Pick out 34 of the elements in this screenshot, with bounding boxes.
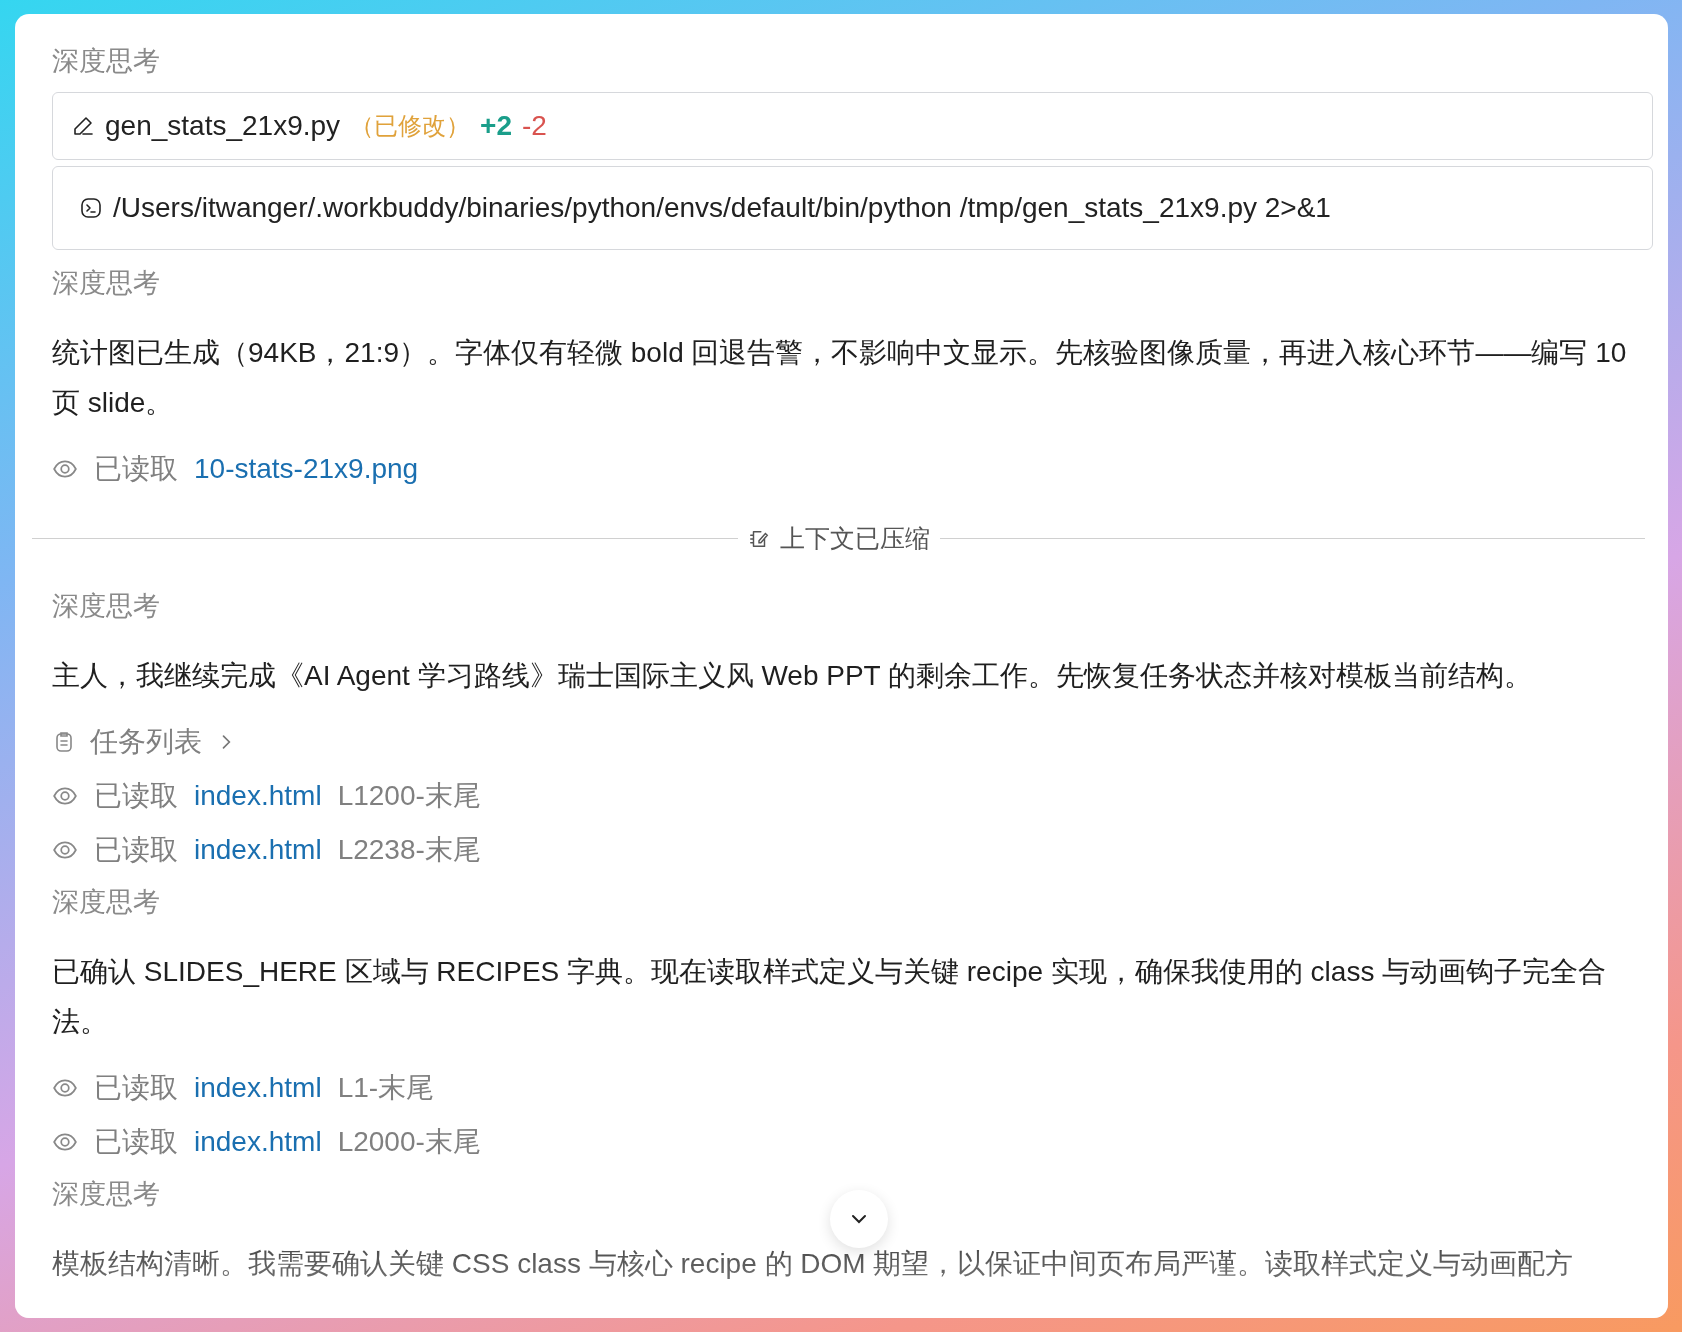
read-label: 已读取: [94, 779, 178, 813]
command-card[interactable]: /Users/itwanger/.workbuddy/binaries/python/envs/default/bin/python /tmp/gen_stats_21x9.py 2>&1: [52, 166, 1653, 250]
message-paragraph: 主人，我继续完成《AI Agent 学习路线》瑞士国际主义风 Web PPT 的剩余工作。先恢复任务状态并核对模板当前结构。: [52, 659, 1533, 693]
file-name: gen_stats_21x9.py: [105, 110, 341, 142]
file-link[interactable]: index.html: [194, 780, 322, 812]
thinking-label[interactable]: 深度思考: [52, 581, 160, 631]
line-range: L2000-末尾: [337, 1125, 481, 1159]
message-paragraph: 已确认 SLIDES_HERE 区域与 RECIPES 字典。现在读取样式定义与关键 recipe 实现，确保我使用的 class 与动画钩子完全合法。: [52, 955, 1608, 1039]
read-label: 已读取: [94, 1071, 178, 1105]
context-compressed-label: 上下文已压缩: [779, 523, 930, 554]
file-link[interactable]: 10-stats-21x9.png: [194, 453, 419, 485]
message-paragraph: 统计图已生成（94KB，21:9）。字体仅有轻微 bold 回退告警，不影响中文显示。先核验图像质量，再进入核心环节——编写 10 页 slide。: [52, 336, 1628, 420]
read-label: 已读取: [94, 452, 178, 486]
file-link[interactable]: index.html: [194, 834, 322, 866]
file-edit-card[interactable]: gen_stats_21x9.py （已修改） +2 -2: [52, 92, 1653, 160]
added-count: +2: [480, 110, 512, 142]
thinking-label[interactable]: 深度思考: [52, 1169, 160, 1219]
read-label: 已读取: [94, 833, 178, 867]
thinking-label[interactable]: 深度思考: [52, 258, 160, 308]
modified-status: （已修改）: [350, 111, 471, 141]
thinking-label[interactable]: 深度思考: [52, 36, 160, 86]
thinking-label[interactable]: 深度思考: [52, 877, 160, 927]
task-list-toggle[interactable]: 任务列表: [52, 715, 236, 769]
line-range: L1200-末尾: [337, 779, 481, 813]
line-range: L1-末尾: [337, 1071, 435, 1105]
file-link[interactable]: index.html: [194, 1072, 322, 1104]
file-link[interactable]: index.html: [194, 1126, 322, 1158]
command-text: /Users/itwanger/.workbuddy/binaries/python/envs/default/bin/python /tmp/gen_stats_21x9.py 2>&1: [113, 192, 1331, 224]
removed-count: -2: [522, 110, 547, 142]
read-label: 已读取: [94, 1125, 178, 1159]
pencil-icon: [71, 114, 95, 138]
line-range: L2238-末尾: [337, 833, 481, 867]
message-paragraph: 模板结构清晰。我需要确认关键 CSS class 与核心 recipe 的 DOM 期望，以保证中间页布局严谨。读取样式定义与动画配方: [52, 1247, 1575, 1281]
terminal-icon: [79, 196, 103, 220]
